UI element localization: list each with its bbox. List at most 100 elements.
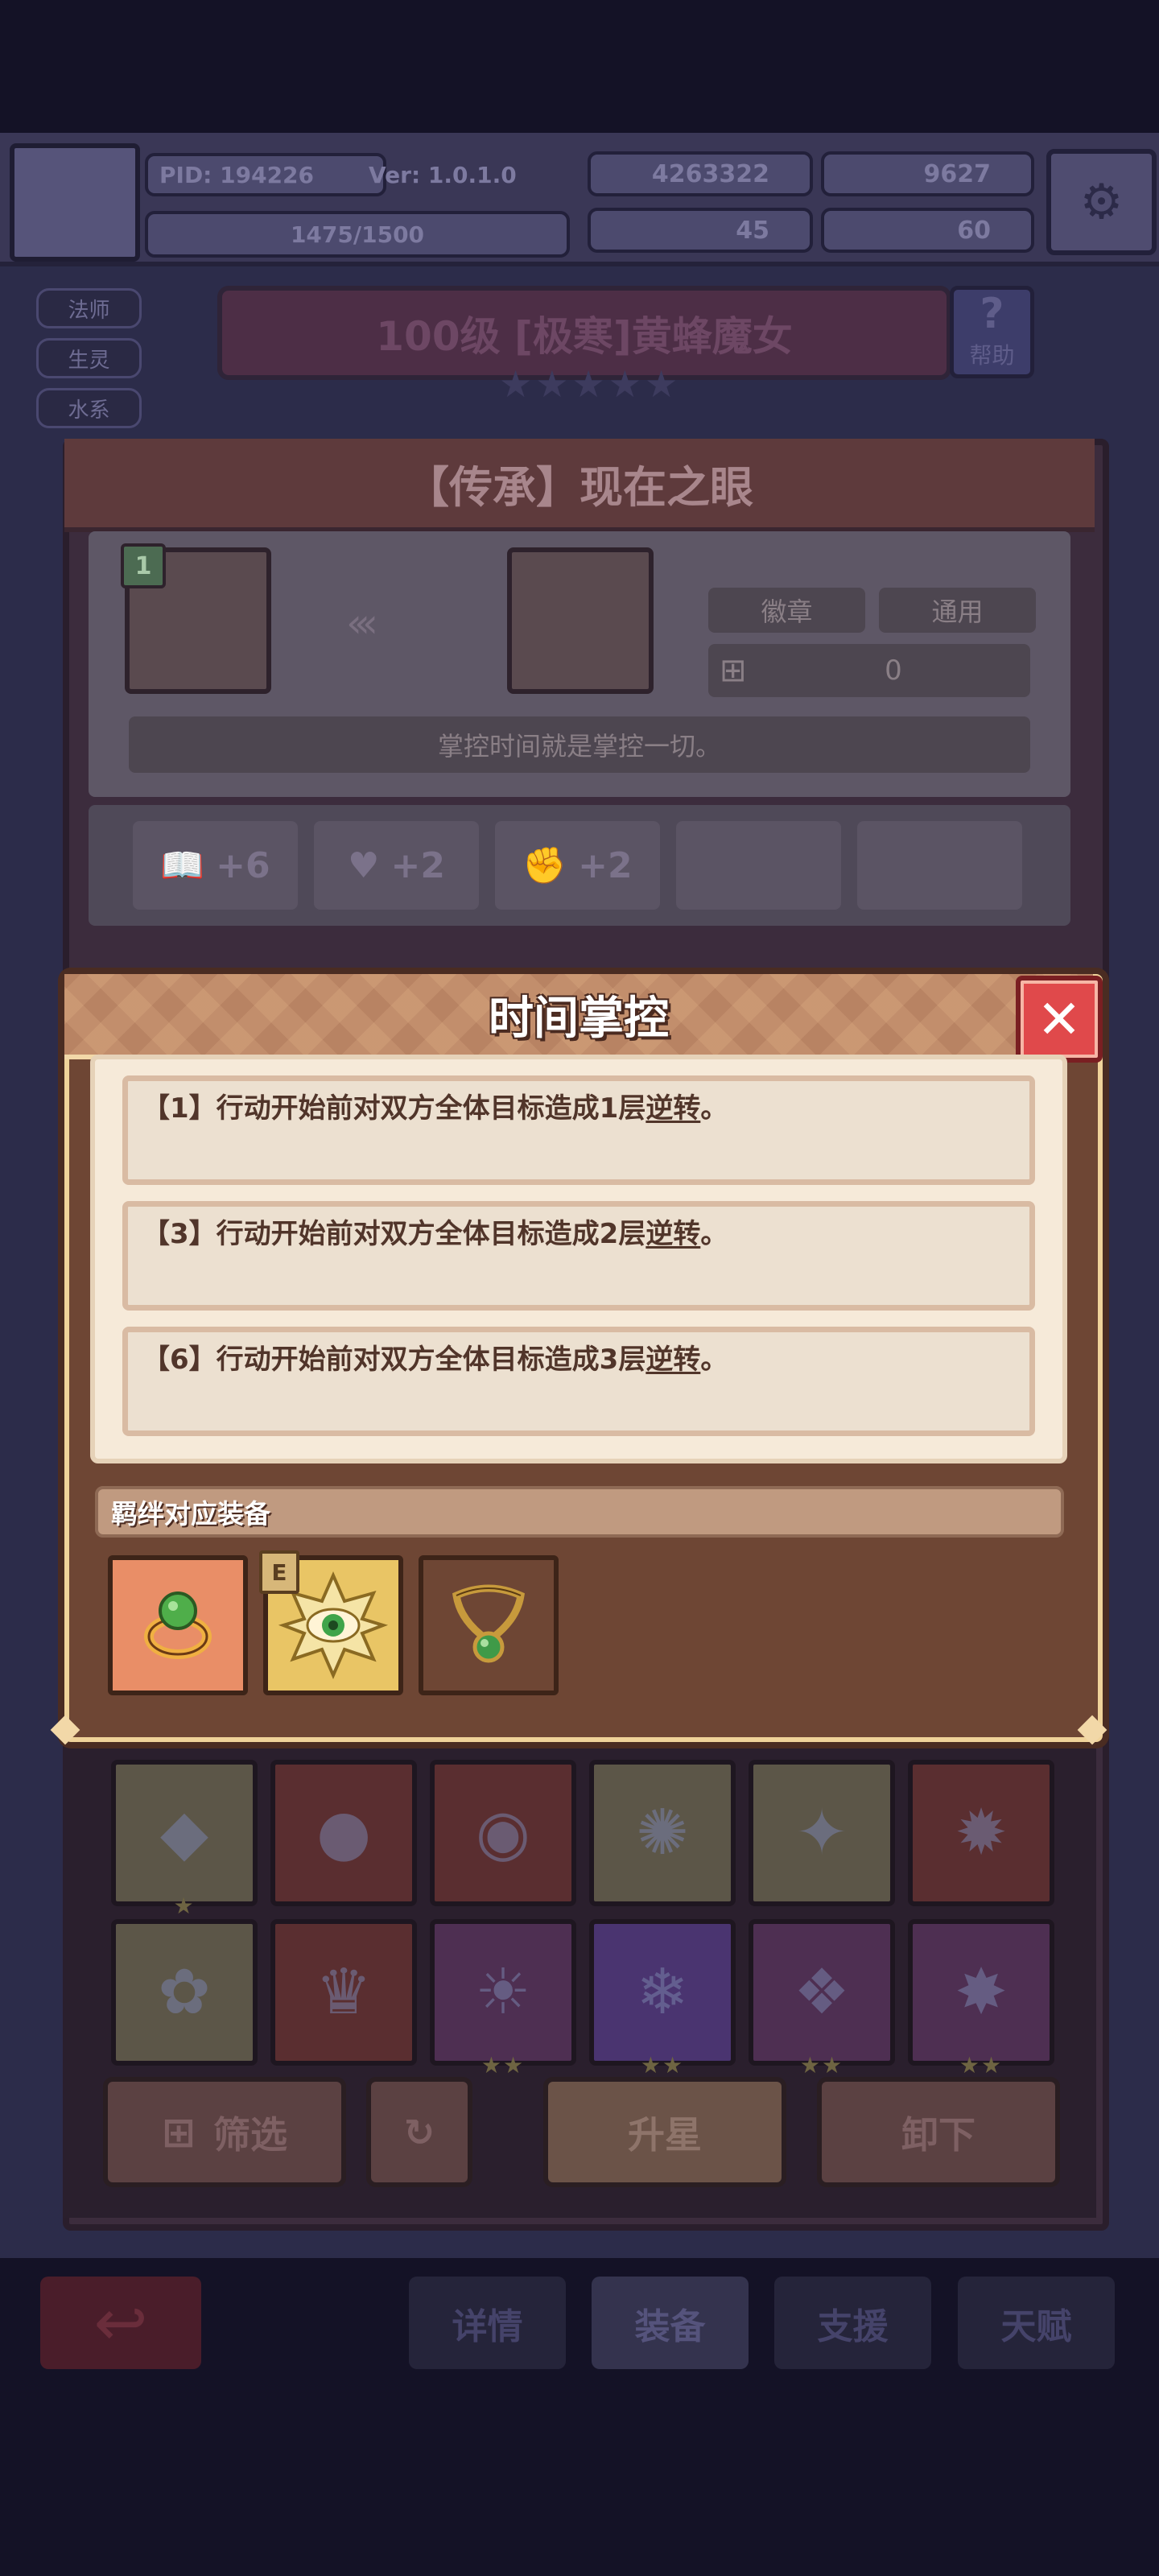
slot-stars: ★: [173, 1893, 196, 1919]
inventory-slot[interactable]: ♛: [270, 1919, 417, 2066]
dialog-title: 时间掌控: [489, 992, 669, 1045]
filter-grid-icon: ⊞: [162, 2108, 196, 2156]
effect-entry: 【1】行动开始前对双方全体目标造成1层逆转。: [122, 1075, 1035, 1185]
player-avatar[interactable]: [10, 143, 140, 262]
resource-a-counter: 45: [588, 208, 813, 253]
slot-stars: ★★: [481, 2052, 526, 2079]
inventory-slot[interactable]: ✹: [908, 1760, 1054, 1906]
snowflake-icon: ❄: [636, 1956, 689, 2029]
emerald-necklace-icon: [452, 1584, 525, 1663]
blue-crystal-icon: ◆: [160, 1797, 208, 1869]
level-badge: 1: [121, 543, 166, 588]
effect-entry: 【3】行动开始前对双方全体目标造成2层逆转。: [122, 1201, 1035, 1311]
tab-details[interactable]: 详情: [409, 2277, 566, 2369]
tab-talent[interactable]: 天赋: [958, 2277, 1115, 2369]
stat-value: +2: [578, 844, 633, 886]
hero-stars: ★★★★★: [499, 362, 682, 406]
effect-suffix: 。: [700, 1344, 728, 1376]
swirl-badge-icon: ✹: [955, 1797, 1008, 1869]
player-id: PID: 194226: [145, 153, 386, 196]
item-thumbnail: [507, 547, 654, 694]
stat-value: +6: [216, 844, 270, 886]
inventory-slot[interactable]: ❄ ★★: [589, 1919, 736, 2079]
unequip-button[interactable]: 卸下: [817, 2077, 1060, 2187]
help-button[interactable]: ? 帮助: [950, 286, 1034, 378]
slot-stars: ★★: [959, 2052, 1004, 2079]
effect-entry: 【6】行动开始前对双方全体目标造成3层逆转。: [122, 1327, 1035, 1436]
inventory-slot[interactable]: ✸ ★★: [908, 1919, 1054, 2079]
sun-badge-icon: ☀: [475, 1956, 531, 2029]
keyword-link[interactable]: 逆转: [645, 1218, 700, 1250]
upgrade-star-button[interactable]: 升星: [543, 2077, 786, 2187]
brown-badge-icon: ✺: [636, 1797, 689, 1869]
inventory-slot[interactable]: ✦: [749, 1760, 895, 1906]
effect-suffix: 。: [700, 1218, 728, 1250]
stat-book: 📖 +6: [133, 821, 298, 910]
tab-equipment[interactable]: 装备: [592, 2277, 749, 2369]
stat-empty-slot: [857, 821, 1022, 910]
keyword-link[interactable]: 逆转: [645, 1344, 700, 1376]
tag-element: 水系: [36, 388, 142, 428]
heart-icon: ♥: [348, 844, 380, 886]
gear-icon: ⚙: [1079, 174, 1124, 230]
effect-text: 【6】行动开始前对双方全体目标造成3层: [142, 1344, 646, 1376]
green-ring-icon: [144, 1591, 212, 1659]
bond-equipment-label: 羁绊对应装备: [95, 1486, 1064, 1538]
close-button[interactable]: ✕: [1016, 976, 1103, 1063]
dark-orb-icon: ●: [316, 1797, 372, 1869]
effect-text: 【3】行动开始前对双方全体目标造成2层: [142, 1218, 646, 1250]
inventory-slot[interactable]: ◆ ★: [111, 1760, 258, 1919]
unequip-label: 卸下: [901, 2112, 975, 2157]
gold-badge-icon: ✦: [795, 1797, 848, 1869]
filter-button[interactable]: ⊞ 筛选: [103, 2077, 346, 2187]
stat-glove: ✊ +2: [495, 821, 660, 910]
inventory-slot[interactable]: ●: [270, 1760, 417, 1906]
item-count-box: ⊞ 0: [708, 644, 1030, 697]
stat-heart: ♥ +2: [314, 821, 479, 910]
inventory-slot[interactable]: ◉: [430, 1760, 576, 1906]
book-icon: 📖: [160, 845, 205, 886]
effect-text: 【1】行动开始前对双方全体目标造成1层: [142, 1092, 646, 1125]
bond-item-ring[interactable]: [108, 1555, 248, 1695]
resource-b-counter: 60: [821, 208, 1034, 253]
dark-ring-icon: ◉: [475, 1797, 531, 1869]
exp-bar: 1475/1500: [145, 211, 570, 258]
inventory-slot[interactable]: ✿: [111, 1919, 258, 2066]
help-label: 帮助: [969, 342, 1015, 369]
diamond-badge-icon: ❖: [794, 1956, 850, 2029]
tag-race: 生灵: [36, 338, 142, 378]
item-type-tag: 徽章: [708, 588, 865, 633]
glove-icon: ✊: [522, 845, 567, 886]
version-label: Ver: 1.0.1.0: [369, 161, 517, 188]
gem-counter: 9627: [821, 151, 1034, 196]
refresh-icon: ↻: [403, 2110, 435, 2154]
tab-support[interactable]: 支援: [774, 2277, 931, 2369]
settings-button[interactable]: ⚙: [1046, 149, 1157, 255]
slot-stars: ★★: [799, 2052, 844, 2079]
arrow-left-icon: ‹‹‹: [346, 600, 378, 646]
upgrade-label: 升星: [628, 2112, 702, 2157]
stat-empty-slot: [676, 821, 841, 910]
effect-suffix: 。: [700, 1092, 728, 1125]
stat-value: +2: [390, 844, 445, 886]
inventory-slot[interactable]: ☀ ★★: [430, 1919, 576, 2079]
inventory-slot[interactable]: ❖ ★★: [749, 1919, 895, 2079]
item-count: 0: [885, 654, 902, 687]
item-motto: 掌控时间就是掌控一切。: [129, 716, 1030, 773]
equipped-badge: E: [259, 1550, 299, 1594]
refresh-button[interactable]: ↻: [366, 2077, 472, 2187]
red-gem-badge-icon: ✸: [955, 1956, 1008, 2029]
crown-icon: ♛: [316, 1956, 372, 2029]
keyword-link[interactable]: 逆转: [645, 1092, 700, 1125]
inventory-slot[interactable]: ✺: [589, 1760, 736, 1906]
item-panel-title: 【传承】现在之眼: [406, 461, 753, 513]
question-icon: ?: [980, 290, 1004, 338]
back-button[interactable]: ↩: [40, 2277, 201, 2369]
bond-item-necklace[interactable]: [419, 1555, 559, 1695]
tag-class: 法师: [36, 288, 142, 328]
blue-flower-icon: ✿: [158, 1956, 211, 2029]
filter-label: 筛选: [212, 2112, 287, 2157]
gold-counter: 4263322: [588, 151, 813, 196]
item-scope-tag: 通用: [879, 588, 1036, 633]
back-arrow-icon: ↩: [93, 2285, 148, 2360]
